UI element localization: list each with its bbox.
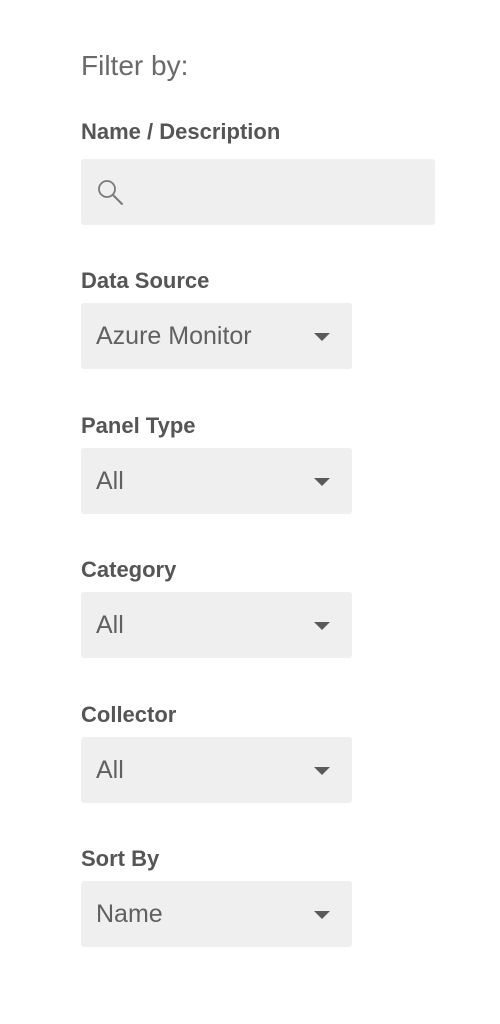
search-field[interactable] bbox=[81, 159, 435, 225]
chevron-down-icon bbox=[314, 333, 330, 341]
sort-by-value: Name bbox=[96, 900, 163, 928]
category-filter: Category All bbox=[81, 557, 352, 658]
collector-select[interactable]: All bbox=[81, 737, 352, 803]
sort-by-select[interactable]: Name bbox=[81, 881, 352, 947]
name-description-label: Name / Description bbox=[81, 119, 281, 144]
chevron-down-icon bbox=[314, 478, 330, 486]
data-source-value: Azure Monitor bbox=[96, 322, 252, 350]
panel-type-label: Panel Type bbox=[81, 413, 196, 438]
search-input[interactable] bbox=[133, 159, 423, 225]
name-description-filter: Name / Description bbox=[81, 119, 435, 225]
sort-by-filter: Sort By Name bbox=[81, 846, 352, 947]
category-label: Category bbox=[81, 557, 177, 582]
chevron-down-icon bbox=[314, 622, 330, 630]
data-source-filter: Data Source Azure Monitor bbox=[81, 268, 352, 369]
chevron-down-icon bbox=[314, 911, 330, 919]
panel-type-select[interactable]: All bbox=[81, 448, 352, 514]
collector-label: Collector bbox=[81, 702, 177, 727]
collector-value: All bbox=[96, 756, 124, 784]
category-value: All bbox=[96, 611, 124, 639]
search-icon bbox=[98, 180, 123, 205]
collector-filter: Collector All bbox=[81, 702, 352, 803]
data-source-select[interactable]: Azure Monitor bbox=[81, 303, 352, 369]
panel-type-filter: Panel Type All bbox=[81, 413, 352, 514]
sort-by-label: Sort By bbox=[81, 846, 160, 871]
chevron-down-icon bbox=[314, 767, 330, 775]
panel-type-value: All bbox=[96, 467, 124, 495]
data-source-label: Data Source bbox=[81, 268, 210, 293]
filter-heading: Filter by: bbox=[81, 50, 189, 81]
category-select[interactable]: All bbox=[81, 592, 352, 658]
